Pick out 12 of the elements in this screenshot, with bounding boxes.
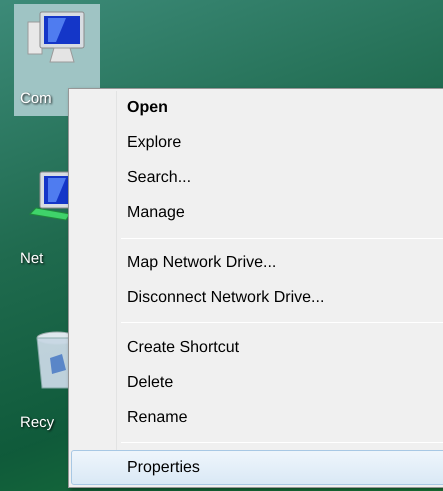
menu-item[interactable]: Delete [71, 365, 443, 400]
menu-item[interactable]: Properties [71, 450, 443, 486]
menu-item[interactable]: Explore [71, 126, 443, 161]
menu-item[interactable]: Disconnect Network Drive... [71, 280, 443, 316]
desktop-icon-label: Net [19, 249, 44, 269]
menu-item[interactable]: Create Shortcut [71, 330, 443, 366]
menu-item[interactable]: Map Network Drive... [71, 246, 443, 281]
menu-item[interactable]: Rename [71, 400, 443, 436]
menu-item[interactable]: Manage [71, 196, 443, 231]
desktop-icon-label: Recy [19, 413, 54, 433]
menu-item[interactable]: Search... [71, 160, 443, 196]
desktop-icon-label: Com [19, 89, 52, 109]
